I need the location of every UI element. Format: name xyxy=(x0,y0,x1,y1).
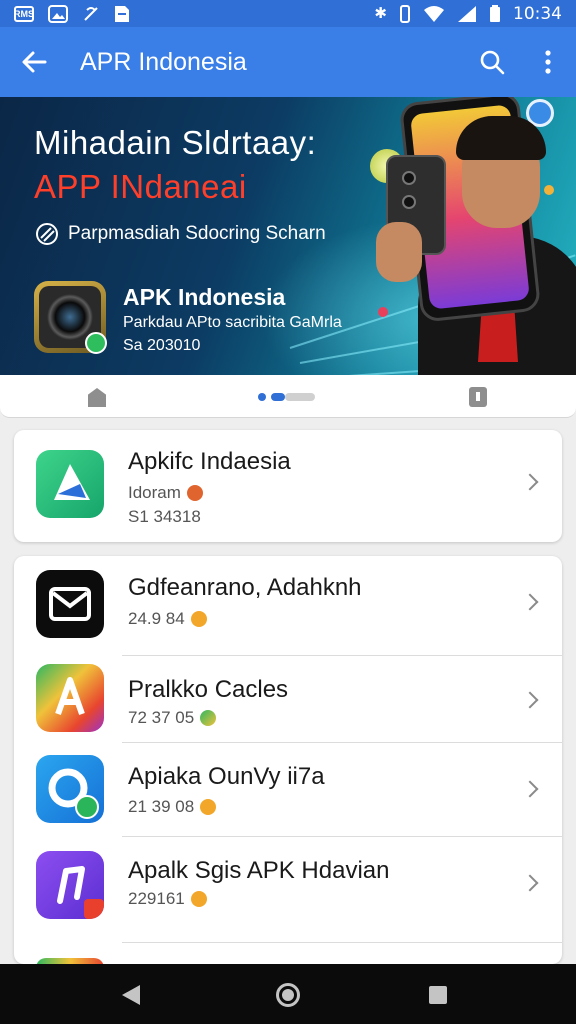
rating-badge-icon xyxy=(200,710,217,726)
search-icon xyxy=(480,50,505,75)
row-divider xyxy=(122,942,562,943)
chat-badge-icon xyxy=(85,332,107,354)
banner-title: Mihadain Sldrtaay: xyxy=(34,124,317,161)
decorative-dot xyxy=(544,185,554,195)
chevron-right-icon xyxy=(521,780,539,798)
app-meta: Idoram xyxy=(128,483,203,503)
page-title: APR Indonesia xyxy=(80,47,247,76)
app-name: Apalk Sgis APK Hdavian xyxy=(128,857,390,884)
bluetooth-icon: ✱ xyxy=(374,4,387,22)
battery-icon xyxy=(490,4,500,22)
document-icon xyxy=(115,5,129,22)
list-item[interactable] xyxy=(14,956,562,964)
featured-app-card[interactable]: Apkifc Indaesia Idoram S1 34318 xyxy=(14,430,562,542)
app-name: Gdfeanrano, Adahknh xyxy=(128,574,362,601)
music-note-app-icon xyxy=(36,851,104,919)
app-meta-label: Idoram xyxy=(128,483,181,502)
sim-card-icon: RMS xyxy=(14,5,34,22)
rating-badge-icon xyxy=(200,799,217,815)
back-arrow-icon xyxy=(22,51,47,73)
app-meta: 72 37 05 xyxy=(128,708,217,728)
stripes-logo-icon xyxy=(36,223,58,245)
chevron-right-icon xyxy=(521,593,539,611)
vibrate-icon xyxy=(400,4,410,23)
rating-badge-icon xyxy=(186,485,203,501)
back-button[interactable] xyxy=(0,27,68,97)
page-indicator[interactable] xyxy=(258,393,315,401)
sim-label: RMS xyxy=(14,8,34,19)
list-item[interactable]: Pralkko Cacles 72 37 05 xyxy=(14,656,562,743)
letter-a-app-icon xyxy=(36,664,104,732)
camera-app-icon xyxy=(34,281,107,354)
app-meta-label: 21 39 08 xyxy=(128,797,195,816)
app-meta: 21 39 08 xyxy=(128,797,217,817)
banner-app-name: APK Indonesia xyxy=(123,284,286,310)
banner-title-accent: APP INdaneai xyxy=(34,168,247,205)
mail-app-icon xyxy=(36,570,104,638)
app-meta-label: 24.9 84 xyxy=(128,609,185,628)
nav-back-icon[interactable] xyxy=(122,985,140,1005)
decorative-dot xyxy=(378,307,388,317)
app-name: Apkifc Indaesia xyxy=(128,448,291,475)
rating-badge-icon xyxy=(190,611,207,627)
no-signal-icon xyxy=(84,6,98,21)
image-icon xyxy=(48,4,68,23)
more-vertical-icon xyxy=(545,50,551,74)
status-time: 10:34 xyxy=(513,3,562,24)
rating-badge-icon xyxy=(190,891,207,907)
nav-home-icon[interactable] xyxy=(276,983,300,1007)
promo-banner[interactable]: Mihadain Sldrtaay: APP INdaneai Parpmasd… xyxy=(0,97,576,375)
cell-signal-icon xyxy=(458,5,476,22)
app-meta-label: 72 37 05 xyxy=(128,708,195,727)
home-icon[interactable] xyxy=(88,388,106,407)
list-item[interactable]: Apkifc Indaesia Idoram S1 34318 xyxy=(14,430,562,542)
more-options-button[interactable] xyxy=(520,27,576,97)
app-name: Apiaka OunVy ii7a xyxy=(128,763,325,790)
search-button[interactable] xyxy=(464,27,520,97)
app-name: Pralkko Cacles xyxy=(128,676,289,703)
banner-description: Parkdau APto sacribita GaMrla xyxy=(123,314,342,331)
app-meta-secondary: S1 34318 xyxy=(128,507,201,526)
document-icon[interactable] xyxy=(469,387,487,407)
chevron-right-icon xyxy=(521,874,539,892)
banner-subtitle: Parpmasdiah Sdocring Scharn xyxy=(36,223,326,245)
hand-illustration xyxy=(376,222,422,282)
banner-subtitle-text: Parpmasdiah Sdocring Scharn xyxy=(68,223,326,244)
chevron-right-icon xyxy=(521,691,539,709)
banner-description-secondary: Sa 203010 xyxy=(123,337,201,354)
list-item[interactable]: Gdfeanrano, Adahknh 24.9 84 xyxy=(14,556,562,656)
app-list-card: Gdfeanrano, Adahknh 24.9 84 Pralkko Cacl… xyxy=(14,556,562,964)
ring-app-icon xyxy=(36,755,104,823)
nav-recents-icon[interactable] xyxy=(429,986,447,1004)
list-item[interactable]: Apalk Sgis APK Hdavian 229161 xyxy=(14,837,562,943)
status-bar: RMS ✱ 10:34 xyxy=(0,0,576,27)
triangle-app-icon xyxy=(36,450,104,518)
app-meta-label: 229161 xyxy=(128,889,185,908)
app-bar: APR Indonesia xyxy=(0,27,576,97)
wifi-icon xyxy=(424,5,444,22)
chevron-right-icon xyxy=(521,473,539,491)
app-meta: 24.9 84 xyxy=(128,609,207,629)
app-meta: 229161 xyxy=(128,889,207,909)
banner-pager xyxy=(0,375,576,418)
list-item[interactable]: Apiaka OunVy ii7a 21 39 08 xyxy=(14,743,562,837)
